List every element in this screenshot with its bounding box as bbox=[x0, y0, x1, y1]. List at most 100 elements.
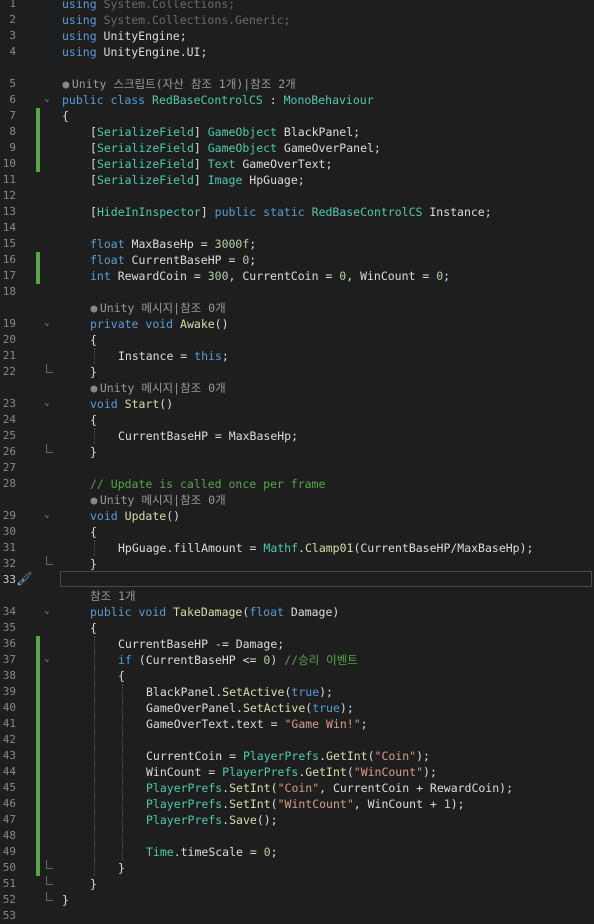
code-line[interactable]: 32} bbox=[0, 556, 594, 572]
code-line[interactable]: 26} bbox=[0, 444, 594, 460]
code-line[interactable]: 1 using System.Collections; bbox=[0, 0, 594, 12]
code-text[interactable]: CurrentBaseHP -= Damage; bbox=[118, 636, 284, 652]
code-line[interactable]: 30 { bbox=[0, 524, 594, 540]
code-line[interactable]: 33 🖌 bbox=[0, 571, 594, 588]
code-line[interactable]: 47 PlayerPrefs.Save(); bbox=[0, 812, 594, 828]
code-text[interactable]: void Update() bbox=[90, 508, 180, 524]
code-line[interactable]: 50} bbox=[0, 860, 594, 876]
code-line[interactable]: 31 HpGuage.fillAmount = Mathf.Clamp01(Cur… bbox=[0, 540, 594, 556]
code-line[interactable]: 16 float CurrentBaseHP = 0; bbox=[0, 252, 594, 268]
code-line[interactable]: 48 bbox=[0, 828, 594, 844]
code-line[interactable]: 9 [SerializeField] GameObject GameOverPan… bbox=[0, 140, 594, 156]
codelens-row[interactable]: ⬢ Unity 스크립트(자산 참조 1개)|참조 2개 bbox=[0, 76, 594, 92]
code-line[interactable]: 51} bbox=[0, 876, 594, 892]
code-text[interactable]: } bbox=[62, 892, 69, 908]
code-line[interactable]: 24 { bbox=[0, 412, 594, 428]
code-line[interactable]: 15 float MaxBaseHp = 3000f; bbox=[0, 236, 594, 252]
code-editor[interactable]: 1 using System.Collections; 2 using System.… bbox=[0, 0, 594, 922]
code-line[interactable]: 8 [SerializeField] GameObject BlackPanel; bbox=[0, 124, 594, 140]
fold-arrow-icon[interactable]: ⌄ bbox=[42, 654, 52, 664]
code-text[interactable]: PlayerPrefs.SetInt("Coin", CurrentCoin +… bbox=[146, 780, 513, 796]
code-text[interactable]: HpGuage.fillAmount = Mathf.Clamp01(Curre… bbox=[118, 540, 533, 556]
fold-arrow-icon[interactable]: ⌄ bbox=[42, 94, 52, 104]
code-line[interactable]: 10 [SerializeField] Text GameOverText; bbox=[0, 156, 594, 172]
codelens-text[interactable]: 참조 1개 bbox=[90, 588, 136, 604]
codelens-row[interactable]: ⬢ Unity 메시지|참조 0개 bbox=[0, 380, 594, 396]
code-line[interactable]: 40 GameOverPanel.SetActive(true); bbox=[0, 700, 594, 716]
code-line[interactable]: 53 bbox=[0, 908, 594, 924]
codelens-label[interactable]: Unity 메시지|참조 0개 bbox=[100, 301, 226, 315]
code-text[interactable]: [SerializeField] GameObject GameOverPane… bbox=[90, 140, 381, 156]
code-text[interactable]: PlayerPrefs.SetInt("WintCount", WinCount… bbox=[146, 796, 465, 812]
code-line[interactable]: 17 int RewardCoin = 300, CurrentCoin = 0,… bbox=[0, 268, 594, 284]
fold-arrow-icon[interactable]: ⌄ bbox=[42, 510, 52, 520]
code-text[interactable]: void Start() bbox=[90, 396, 173, 412]
code-text[interactable]: PlayerPrefs.Save(); bbox=[146, 812, 278, 828]
codelens-row[interactable]: ⬢ Unity 메시지|참조 0개 bbox=[0, 492, 594, 508]
code-text[interactable]: CurrentCoin = PlayerPrefs.GetInt("Coin")… bbox=[146, 748, 430, 764]
code-text[interactable]: { bbox=[90, 524, 97, 540]
code-text[interactable]: BlackPanel.SetActive(true); bbox=[146, 684, 333, 700]
code-text[interactable]: using System.Collections.Generic; bbox=[62, 12, 291, 28]
code-text[interactable]: GameOverText.text = "Game Win!"; bbox=[146, 716, 368, 732]
code-line[interactable]: 18 bbox=[0, 284, 594, 300]
code-text[interactable]: int RewardCoin = 300, CurrentCoin = 0, W… bbox=[90, 268, 450, 284]
code-text[interactable]: if (CurrentBaseHP <= 0) //승리 이벤트 bbox=[118, 652, 358, 668]
code-text[interactable]: Time.timeScale = 0; bbox=[146, 844, 278, 860]
code-line[interactable]: 13 [HideInInspector] public static RedBas… bbox=[0, 204, 594, 220]
brush-icon[interactable]: 🖌 bbox=[16, 573, 33, 587]
code-line[interactable]: 2 using System.Collections.Generic; bbox=[0, 12, 594, 28]
code-text[interactable]: { bbox=[90, 332, 97, 348]
code-text[interactable]: } bbox=[90, 444, 97, 460]
code-text[interactable]: float CurrentBaseHP = 0; bbox=[90, 252, 256, 268]
code-text[interactable]: { bbox=[90, 412, 97, 428]
code-text[interactable]: using UnityEngine.UI; bbox=[62, 44, 207, 60]
code-text[interactable]: [SerializeField] GameObject BlackPanel; bbox=[90, 124, 360, 140]
code-line[interactable]: 23 ⌄ void Start() bbox=[0, 396, 594, 412]
code-line[interactable]: 3 using UnityEngine; bbox=[0, 28, 594, 44]
code-line[interactable]: 4 using UnityEngine.UI; bbox=[0, 44, 594, 60]
code-text[interactable]: [SerializeField] Text GameOverText; bbox=[90, 156, 332, 172]
code-text[interactable]: // Update is called once per frame bbox=[90, 476, 325, 492]
code-text[interactable]: } bbox=[90, 876, 97, 892]
code-line[interactable]: 25 CurrentBaseHP = MaxBaseHp; bbox=[0, 428, 594, 444]
code-text[interactable]: GameOverPanel.SetActive(true); bbox=[146, 700, 354, 716]
code-line[interactable]: 45 PlayerPrefs.SetInt("Coin", CurrentCoin… bbox=[0, 780, 594, 796]
codelens-row[interactable]: 참조 1개 bbox=[0, 588, 594, 604]
code-text[interactable]: WinCount = PlayerPrefs.GetInt("WinCount"… bbox=[146, 764, 437, 780]
code-line[interactable]: 11 [SerializeField] Image HpGuage; bbox=[0, 172, 594, 188]
code-line[interactable]: 34 ⌄ public void TakeDamage(float Damage) bbox=[0, 604, 594, 620]
code-text[interactable]: } bbox=[118, 860, 125, 876]
code-line[interactable]: 41 GameOverText.text = "Game Win!"; bbox=[0, 716, 594, 732]
code-text[interactable]: } bbox=[90, 364, 97, 380]
code-text[interactable]: { bbox=[90, 620, 97, 636]
code-text[interactable]: using UnityEngine; bbox=[62, 28, 187, 44]
code-text[interactable]: { bbox=[118, 668, 125, 684]
code-text[interactable]: float MaxBaseHp = 3000f; bbox=[90, 236, 256, 252]
code-text[interactable]: Instance = this; bbox=[118, 348, 229, 364]
code-line[interactable]: 28 // Update is called once per frame bbox=[0, 476, 594, 492]
code-line[interactable]: 52} bbox=[0, 892, 594, 908]
codelens-label[interactable]: Unity 메시지|참조 0개 bbox=[100, 381, 226, 395]
code-line[interactable]: 46 PlayerPrefs.SetInt("WintCount", WinCou… bbox=[0, 796, 594, 812]
code-line[interactable]: 19 ⌄ private void Awake() bbox=[0, 316, 594, 332]
code-text[interactable]: private void Awake() bbox=[90, 316, 229, 332]
code-line[interactable]: 14 bbox=[0, 220, 594, 236]
code-line[interactable]: 20 { bbox=[0, 332, 594, 348]
code-line[interactable]: 49 Time.timeScale = 0; bbox=[0, 844, 594, 860]
code-line[interactable]: 36 CurrentBaseHP -= Damage; bbox=[0, 636, 594, 652]
codelens-label[interactable]: 참조 1개 bbox=[90, 589, 136, 603]
code-text[interactable]: } bbox=[90, 556, 97, 572]
code-line[interactable]: 39 BlackPanel.SetActive(true); bbox=[0, 684, 594, 700]
codelens-label[interactable]: Unity 스크립트(자산 참조 1개)|참조 2개 bbox=[72, 77, 296, 91]
codelens-row[interactable]: ⬢ Unity 메시지|참조 0개 bbox=[0, 300, 594, 316]
code-line[interactable]: 37 ⌄ if (CurrentBaseHP <= 0) //승리 이벤트 bbox=[0, 652, 594, 668]
code-text[interactable]: public class RedBaseControlCS : MonoBeha… bbox=[62, 92, 374, 108]
code-text[interactable]: public void TakeDamage(float Damage) bbox=[90, 604, 339, 620]
code-text[interactable]: CurrentBaseHP = MaxBaseHp; bbox=[118, 428, 298, 444]
code-text[interactable]: using System.Collections; bbox=[62, 0, 235, 12]
code-line[interactable]: 7{ bbox=[0, 108, 594, 124]
code-line[interactable]: 38 { bbox=[0, 668, 594, 684]
code-text[interactable]: [HideInInspector] public static RedBaseC… bbox=[90, 204, 492, 220]
code-line[interactable]: 29 ⌄ void Update() bbox=[0, 508, 594, 524]
